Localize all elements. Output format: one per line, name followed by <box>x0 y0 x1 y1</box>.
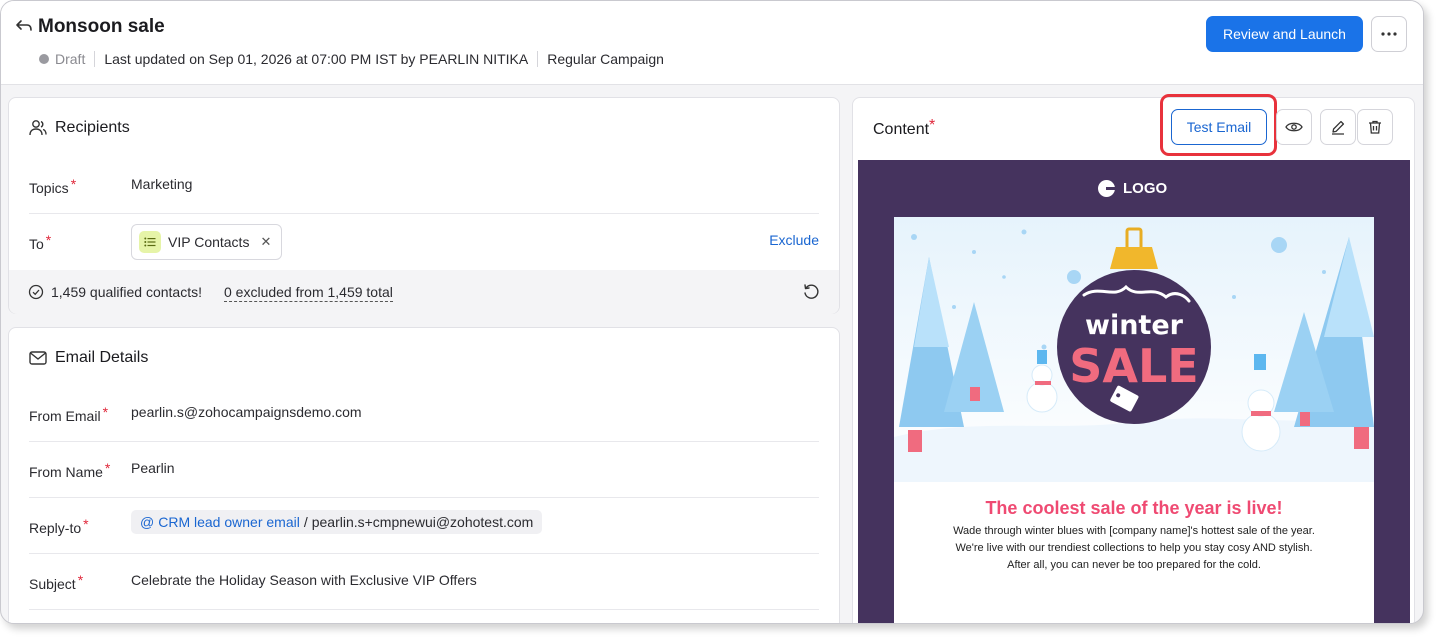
trash-icon <box>1369 120 1381 134</box>
refresh-icon[interactable] <box>802 283 820 301</box>
email-details-title: Email Details <box>55 349 149 366</box>
more-options-button[interactable] <box>1371 16 1407 52</box>
recipients-title: Recipients <box>55 119 130 136</box>
list-name: VIP Contacts <box>168 234 250 250</box>
exclude-link[interactable]: Exclude <box>769 232 819 248</box>
email-details-card: Email Details From Email * pearlin.s@zoho… <box>8 327 840 623</box>
delete-button[interactable] <box>1357 109 1393 145</box>
from-email-row: From Email * pearlin.s@zohocampaignsdemo.… <box>29 386 819 442</box>
qualified-bar: 1,459 qualified contacts! 0 excluded fro… <box>9 270 839 314</box>
preview-button[interactable] <box>1276 109 1312 145</box>
campaign-meta: Draft Last updated on Sep 01, 2026 at 07… <box>39 51 664 67</box>
edit-button[interactable] <box>1320 109 1356 145</box>
content-card: Content* Test Email LOGO winter SALE The… <box>852 94 1415 623</box>
from-email-label: From Email * <box>29 404 109 424</box>
preview-body-text: Wade through winter blues with [company … <box>953 525 1315 571</box>
subject-label: Subject * <box>29 572 84 592</box>
app-window: Monsoon sale Draft Last updated on Sep 0… <box>0 0 1424 624</box>
content-title: Content* <box>873 117 936 138</box>
topics-row: Topics * Marketing <box>29 158 819 214</box>
subject-row: Subject * Celebrate the Holiday Season wi… <box>29 554 819 610</box>
back-arrow-icon[interactable] <box>14 16 34 36</box>
check-circle-icon <box>28 284 44 300</box>
divider <box>537 51 539 67</box>
more-dots-icon <box>1381 32 1397 36</box>
reply-to-row: Reply-to * @ CRM lead owner email / pearl… <box>29 498 819 554</box>
mail-icon <box>29 351 47 365</box>
topics-label: Topics * <box>29 176 77 196</box>
recipients-card: Recipients Topics * Marketing To * VIP Con… <box>8 97 840 314</box>
preview-headline: The coolest sale of the year is live! <box>985 498 1283 518</box>
divider <box>94 51 96 67</box>
list-chip[interactable]: VIP Contacts ✕ <box>131 224 283 260</box>
from-name-value[interactable]: Pearlin <box>131 460 175 476</box>
subject-value[interactable]: Celebrate the Holiday Season with Exclus… <box>131 572 477 588</box>
to-label: To * <box>29 232 52 252</box>
from-name-row: From Name * Pearlin <box>29 442 819 498</box>
topics-value[interactable]: Marketing <box>131 176 192 192</box>
logo-icon <box>1098 180 1115 197</box>
reply-to-chip[interactable]: @ CRM lead owner email / pearlin.s+cmpne… <box>131 510 543 534</box>
review-and-launch-button[interactable]: Review and Launch <box>1206 16 1363 52</box>
email-preview[interactable]: LOGO winter SALE The coolest sale of the… <box>858 160 1410 623</box>
ornament-line1: winter <box>1085 310 1184 341</box>
to-row: To * VIP Contacts ✕ Exclude <box>29 214 819 270</box>
remove-list-icon[interactable]: ✕ <box>260 234 271 250</box>
test-email-button[interactable]: Test Email <box>1171 109 1267 145</box>
last-updated: Last updated on Sep 01, 2026 at 07:00 PM… <box>104 51 529 67</box>
preview-logo: LOGO <box>1098 180 1167 197</box>
reply-to-email: pearlin.s+cmpnewui@zohotest.com <box>311 514 534 530</box>
eye-icon <box>1285 122 1303 132</box>
campaign-header: Monsoon sale Draft Last updated on Sep 0… <box>1 1 1423 85</box>
reply-to-crm: CRM lead owner email <box>158 514 300 530</box>
from-email-value[interactable]: pearlin.s@zohocampaignsdemo.com <box>131 404 362 420</box>
campaign-type: Regular Campaign <box>547 51 664 67</box>
at-icon: @ <box>140 514 155 530</box>
ornament-line2: SALE <box>1069 339 1198 393</box>
excluded-summary[interactable]: 0 excluded from 1,459 total <box>224 284 393 302</box>
page-title: Monsoon sale <box>38 16 165 37</box>
status-dot-icon <box>39 54 49 64</box>
from-name-label: From Name * <box>29 460 111 480</box>
preview-body: winter SALE The coolest sale of the year… <box>894 217 1374 623</box>
status-badge: Draft <box>55 51 86 67</box>
winter-sale-banner-image: winter SALE <box>894 217 1374 482</box>
reply-to-separator: / <box>303 514 308 530</box>
users-icon <box>29 120 47 136</box>
qualified-count: 1,459 qualified contacts! <box>51 284 202 300</box>
list-icon <box>139 231 161 253</box>
pencil-icon <box>1332 120 1345 135</box>
reply-to-label: Reply-to * <box>29 516 89 536</box>
